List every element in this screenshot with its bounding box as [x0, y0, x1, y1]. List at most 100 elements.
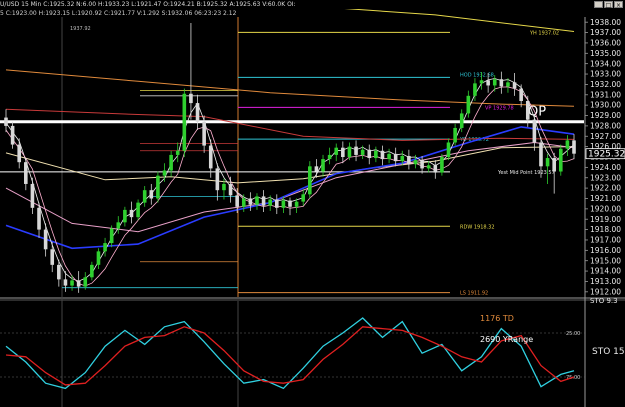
candle-body[interactable]	[453, 127, 457, 143]
candle-body[interactable]	[545, 158, 550, 167]
candle-body[interactable]	[446, 142, 451, 157]
candle-body[interactable]	[136, 202, 140, 218]
candle-body[interactable]	[327, 154, 332, 160]
candle-body[interactable]	[103, 243, 107, 252]
candle-body[interactable]	[525, 101, 530, 120]
candle-body[interactable]	[142, 190, 147, 203]
restore-button[interactable]: □	[604, 1, 613, 9]
candle-body[interactable]	[374, 150, 378, 159]
candle-body[interactable]	[413, 160, 418, 165]
candle-body[interactable]	[195, 103, 200, 122]
candle-body[interactable]	[288, 200, 292, 207]
candle-body[interactable]	[314, 166, 319, 172]
candle-body[interactable]	[129, 209, 134, 218]
candle-body[interactable]	[50, 249, 55, 265]
candle-body[interactable]	[175, 150, 180, 155]
candle-body[interactable]	[17, 144, 22, 163]
candle-body[interactable]	[63, 279, 68, 286]
candle-body[interactable]	[354, 146, 358, 155]
candle-body[interactable]	[407, 155, 411, 165]
candle-body[interactable]	[486, 80, 490, 86]
window-controls: _ □ ×	[594, 1, 623, 9]
candle-body[interactable]	[347, 146, 352, 157]
candle-body[interactable]	[156, 175, 160, 199]
candle-body[interactable]	[189, 93, 193, 104]
candle-body[interactable]	[440, 157, 444, 173]
candle-body[interactable]	[149, 190, 154, 199]
candle-body[interactable]	[499, 79, 504, 87]
candle-body[interactable]	[43, 229, 48, 250]
candle-body[interactable]	[202, 121, 206, 146]
candle-body[interactable]	[268, 199, 272, 206]
candle-body[interactable]	[473, 83, 477, 96]
candle-body[interactable]	[479, 80, 484, 84]
price-tick-label: 1920.00	[590, 204, 621, 213]
candle-body[interactable]	[552, 158, 556, 172]
candle-body[interactable]	[572, 140, 576, 154]
candle-body[interactable]	[334, 147, 339, 155]
close-button[interactable]: ×	[614, 1, 623, 9]
candle-body[interactable]	[37, 207, 41, 230]
candle-body[interactable]	[519, 88, 523, 101]
candle-body[interactable]	[24, 162, 28, 184]
candle-body[interactable]	[4, 117, 8, 126]
price-tick-label: 1922.00	[590, 184, 621, 193]
candle-body[interactable]	[10, 125, 15, 145]
stoch-label: STO 15	[592, 347, 625, 357]
candle-body[interactable]	[215, 168, 220, 191]
candle-body[interactable]	[512, 82, 517, 89]
price-tick-label: 1930.00	[590, 101, 621, 110]
candle-body[interactable]	[492, 79, 497, 86]
candle-body[interactable]	[294, 201, 299, 207]
candle-body[interactable]	[459, 113, 464, 128]
candle-body[interactable]	[116, 222, 121, 229]
minimize-button[interactable]: _	[594, 1, 603, 9]
candle-body[interactable]	[90, 264, 94, 278]
candle-body[interactable]	[182, 93, 187, 151]
last-price-label: 1925.32	[588, 150, 625, 160]
candle-body[interactable]	[506, 82, 510, 87]
candle-body[interactable]	[123, 209, 127, 223]
candle-body[interactable]	[565, 140, 570, 149]
candle-body[interactable]	[532, 119, 537, 143]
candle-body[interactable]	[248, 198, 253, 205]
candle-body[interactable]	[208, 145, 213, 169]
candle-body[interactable]	[433, 165, 438, 173]
candle-body[interactable]	[30, 183, 35, 208]
candle-body[interactable]	[57, 264, 61, 280]
price-chart[interactable]: YH 1937.02HOD 1932.68VP 1929.78YO 1926.7…	[0, 0, 625, 407]
candle-body[interactable]	[228, 183, 233, 196]
candle-body[interactable]	[169, 154, 173, 171]
candle-body[interactable]	[222, 183, 226, 191]
candle-body[interactable]	[96, 251, 101, 265]
candle-body[interactable]	[400, 155, 405, 162]
candle-body[interactable]	[241, 198, 246, 207]
candle-body[interactable]	[387, 153, 391, 160]
candle-body[interactable]	[393, 153, 398, 162]
candle-body[interactable]	[255, 196, 259, 205]
candle-body[interactable]	[261, 196, 266, 206]
candle-body[interactable]	[367, 149, 372, 159]
candle-body[interactable]	[235, 195, 239, 207]
candle-body[interactable]	[426, 165, 431, 169]
stoch-level-label: 75.00	[566, 375, 580, 381]
candle-body[interactable]	[321, 159, 325, 172]
price-tick-label: 1924.00	[590, 163, 621, 172]
candle-body[interactable]	[420, 160, 424, 169]
candle-body[interactable]	[83, 277, 88, 287]
candle-body[interactable]	[76, 280, 81, 287]
candle-body[interactable]	[466, 95, 471, 114]
candle-body[interactable]	[274, 199, 279, 208]
candle-body[interactable]	[341, 147, 345, 157]
yrange-text: 2690 YRange	[480, 335, 533, 344]
candle-body[interactable]	[70, 280, 74, 286]
candle-body[interactable]	[162, 170, 167, 176]
candle-body[interactable]	[281, 200, 286, 208]
candle-body[interactable]	[380, 150, 385, 160]
candle-body[interactable]	[308, 166, 312, 195]
candle-body[interactable]	[301, 194, 306, 202]
candle-body[interactable]	[558, 148, 563, 172]
candle-body[interactable]	[360, 149, 365, 155]
candle-body[interactable]	[539, 142, 543, 167]
candle-body[interactable]	[109, 228, 114, 244]
